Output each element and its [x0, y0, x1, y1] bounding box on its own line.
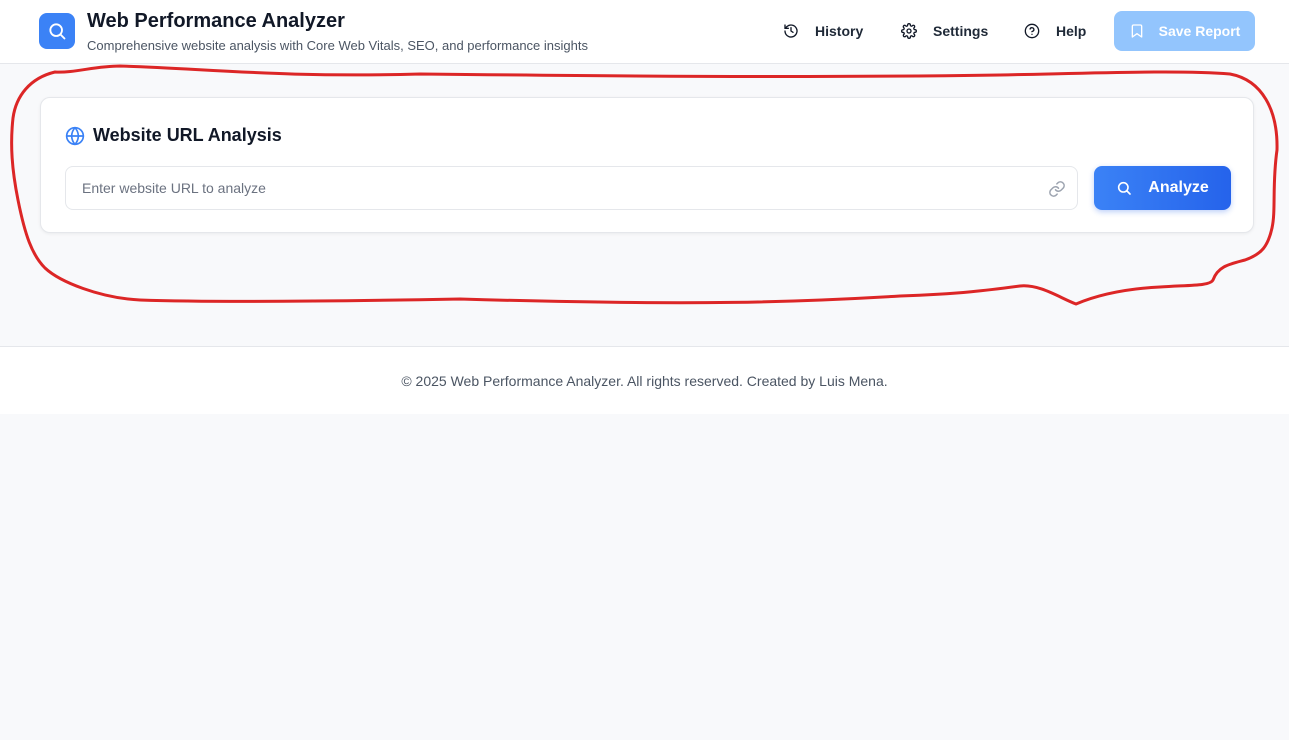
- link-icon: [1048, 180, 1066, 198]
- app-subtitle: Comprehensive website analysis with Core…: [87, 38, 588, 53]
- save-report-label: Save Report: [1158, 23, 1241, 39]
- url-input[interactable]: [66, 167, 1077, 209]
- history-button[interactable]: History: [783, 20, 863, 42]
- card-header: Website URL Analysis: [65, 125, 282, 146]
- settings-label: Settings: [933, 23, 989, 39]
- page-footer: © 2025 Web Performance Analyzer. All rig…: [0, 346, 1289, 414]
- url-input-container: [65, 166, 1078, 210]
- analyze-label: Analyze: [1148, 179, 1209, 196]
- card-title: Website URL Analysis: [93, 125, 282, 145]
- save-report-button[interactable]: Save Report: [1114, 11, 1255, 51]
- help-label: Help: [1056, 23, 1087, 39]
- settings-button[interactable]: Settings: [901, 20, 988, 42]
- history-label: History: [815, 23, 864, 39]
- search-icon: [47, 21, 67, 41]
- help-button[interactable]: Help: [1024, 20, 1086, 42]
- app-header: Web Performance Analyzer Comprehensive w…: [0, 0, 1289, 64]
- globe-icon: [65, 126, 85, 146]
- bookmark-icon: [1129, 23, 1145, 39]
- footer-copyright: © 2025 Web Performance Analyzer. All rig…: [401, 372, 888, 389]
- app-logo: [39, 13, 75, 49]
- help-circle-icon: [1024, 23, 1040, 39]
- history-icon: [783, 23, 799, 39]
- url-analysis-card: Website URL Analysis Analyze: [40, 97, 1254, 233]
- app-title: Web Performance Analyzer: [87, 10, 345, 32]
- analyze-button[interactable]: Analyze: [1094, 166, 1231, 210]
- gear-icon: [901, 23, 917, 39]
- search-icon: [1116, 180, 1132, 196]
